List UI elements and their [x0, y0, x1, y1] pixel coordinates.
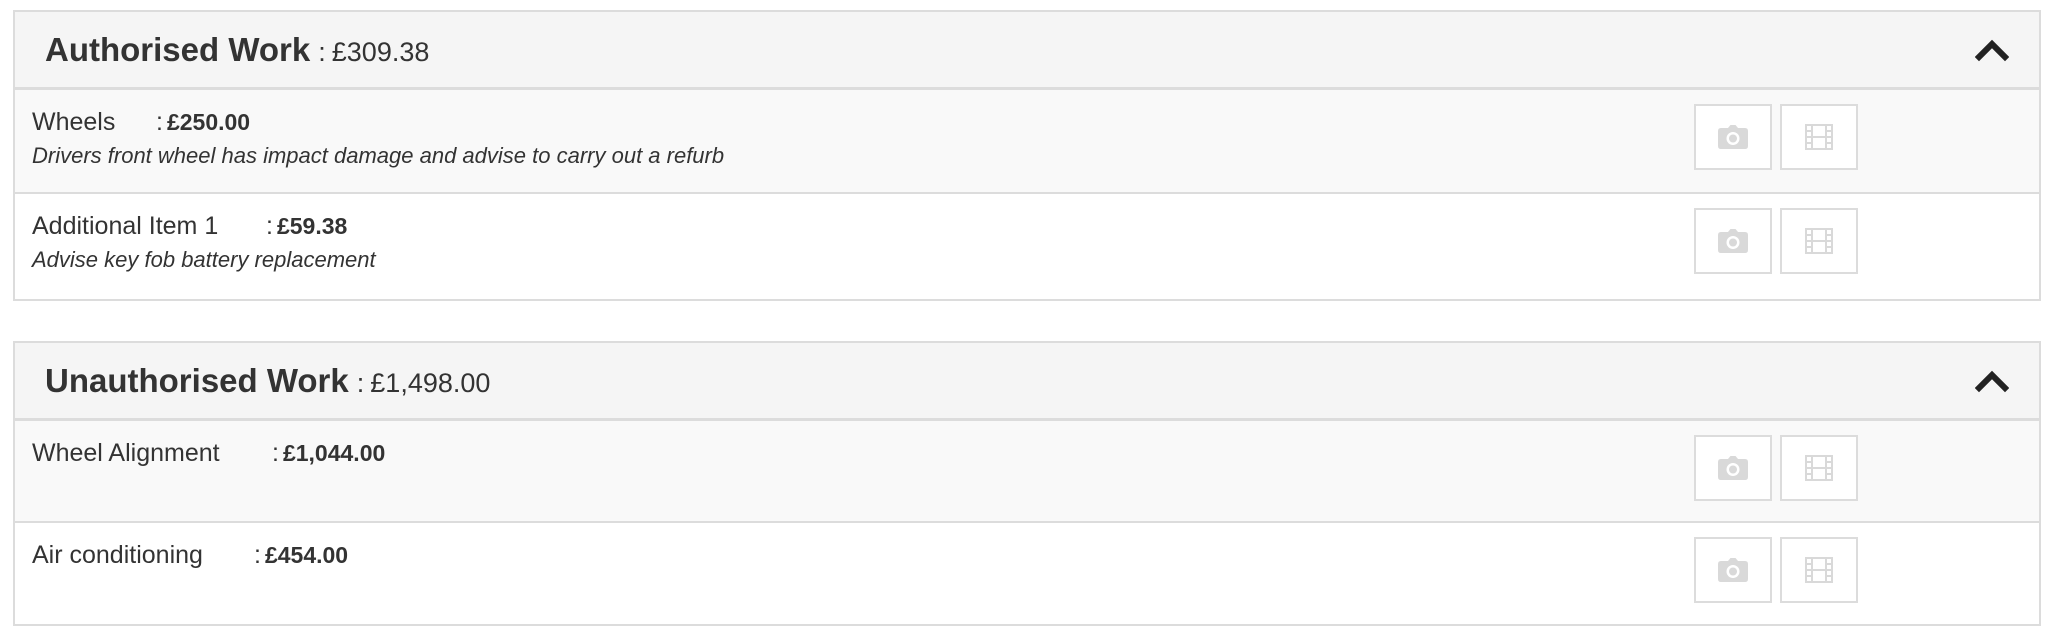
work-item-row: Wheels: £250.00 Drivers front wheel has i…	[15, 90, 2039, 194]
section-total: £1,498.00	[370, 368, 491, 398]
photo-button[interactable]	[1694, 435, 1772, 501]
work-summary-page: Authorised Work: £309.38 Wheels: £250.00 D…	[0, 0, 2046, 636]
film-icon	[1805, 124, 1833, 150]
section-title: Unauthorised Work	[45, 362, 349, 399]
item-description: Advise key fob battery replacement	[32, 247, 376, 272]
item-price: £454.00	[264, 542, 349, 568]
camera-icon	[1718, 456, 1748, 480]
unauthorised-work-header[interactable]: Unauthorised Work: £1,498.00	[15, 343, 2039, 421]
item-description: Drivers front wheel has impact damage an…	[32, 143, 725, 168]
video-button[interactable]	[1780, 104, 1858, 170]
section-title: Authorised Work	[45, 31, 311, 68]
film-icon	[1805, 455, 1833, 481]
item-separator: :	[266, 212, 273, 240]
video-button[interactable]	[1780, 208, 1858, 274]
photo-button[interactable]	[1694, 537, 1772, 603]
item-price: £1,044.00	[282, 440, 386, 466]
authorised-work-panel: Authorised Work: £309.38 Wheels: £250.00 D…	[13, 10, 2041, 301]
item-price: £250.00	[166, 109, 251, 135]
item-name: Wheel Alignment	[32, 439, 220, 467]
item-price: £59.38	[276, 213, 348, 239]
video-button[interactable]	[1780, 435, 1858, 501]
section-total: £309.38	[331, 37, 430, 67]
film-icon	[1805, 228, 1833, 254]
item-name: Wheels	[32, 108, 116, 136]
unauthorised-work-panel: Unauthorised Work: £1,498.00 Wheel Alignm…	[13, 341, 2041, 626]
item-separator: :	[156, 108, 163, 136]
section-separator: :	[356, 368, 365, 398]
item-name: Additional Item 1	[32, 212, 219, 240]
camera-icon	[1718, 125, 1748, 149]
item-separator: :	[254, 541, 261, 569]
camera-icon	[1718, 558, 1748, 582]
work-item-row: Air conditioning: £454.00	[15, 523, 2039, 624]
authorised-work-header[interactable]: Authorised Work: £309.38	[15, 12, 2039, 90]
photo-button[interactable]	[1694, 208, 1772, 274]
film-icon	[1805, 557, 1833, 583]
section-separator: :	[318, 37, 326, 67]
camera-icon	[1718, 229, 1748, 253]
item-separator: :	[272, 439, 279, 467]
work-item-row: Wheel Alignment: £1,044.00	[15, 421, 2039, 523]
chevron-up-icon[interactable]	[1975, 367, 2009, 393]
item-name: Air conditioning	[32, 541, 203, 569]
chevron-up-icon[interactable]	[1975, 36, 2009, 62]
video-button[interactable]	[1780, 537, 1858, 603]
work-item-row: Additional Item 1: £59.38 Advise key fob …	[15, 194, 2039, 299]
photo-button[interactable]	[1694, 104, 1772, 170]
